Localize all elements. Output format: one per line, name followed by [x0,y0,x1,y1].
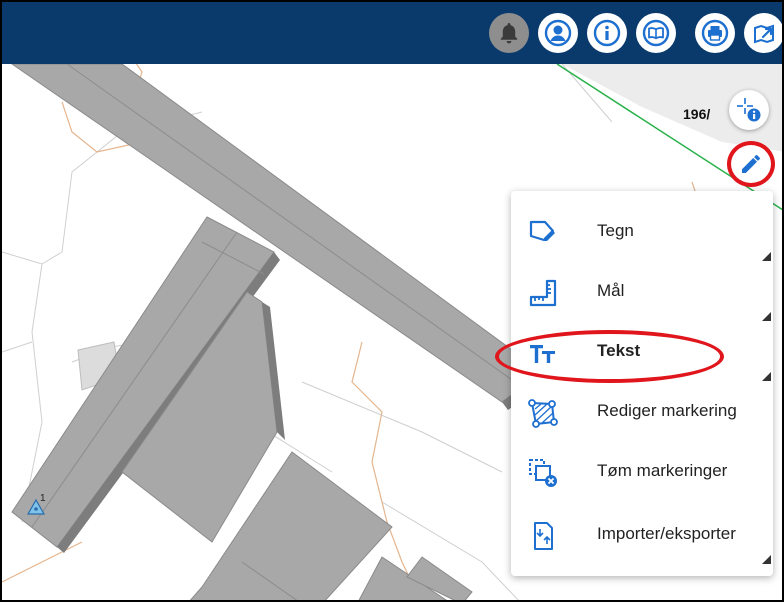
crosshair-info-icon [737,98,761,122]
info-button[interactable] [587,13,627,53]
text-tool-icon [530,345,555,363]
menu-item-clear-selections[interactable]: Tøm markeringer [511,443,773,503]
map-point-label: 1 [40,493,46,504]
menu-item-import-export[interactable]: Importer/eksporter [511,506,773,566]
user-button[interactable] [538,13,578,53]
bell-icon [500,23,518,44]
coordinate-info-button[interactable] [729,90,769,130]
menu-item-draw[interactable]: Tegn [511,203,773,263]
notifications-button[interactable] [489,13,529,53]
menu-item-measure[interactable]: Mål [511,263,773,323]
share-button[interactable] [744,13,782,53]
top-toolbar [2,2,782,64]
menu-item-edit-selection[interactable]: Rediger markering [511,383,773,443]
menu-item-label: Importer/eksporter [597,524,736,543]
menu-item-text[interactable]: Tekst [511,323,773,383]
info-icon [593,19,621,47]
import-export-icon [534,522,553,550]
expand-corner-icon [762,312,771,321]
clear-selection-icon [529,459,557,487]
edit-polygon-icon [528,399,558,428]
scale-indicator: 196/ [683,106,711,122]
expand-corner-icon [762,372,771,381]
menu-item-label: Mål [597,281,625,300]
map-share-icon [754,24,774,44]
menu-item-label: Rediger markering [597,401,737,420]
draw-shape-icon [529,220,555,242]
help-button[interactable] [636,13,676,53]
expand-corner-icon [762,555,771,564]
expand-corner-icon [762,252,771,261]
app-frame: 1 196/ Tegn Mål Tekst Rediger markering … [0,0,784,602]
menu-item-label: Tekst [597,341,641,360]
draw-tools-button[interactable] [731,144,771,184]
ruler-icon [529,279,557,307]
menu-item-label: Tøm markeringer [597,461,728,480]
menu-item-label: Tegn [597,221,634,240]
print-button[interactable] [695,13,735,53]
pencil-icon [742,155,760,173]
printer-icon [701,19,729,47]
user-icon [544,19,572,47]
book-icon [642,19,670,47]
draw-menu: Tegn Mål Tekst Rediger markering Tøm mar… [511,191,773,576]
